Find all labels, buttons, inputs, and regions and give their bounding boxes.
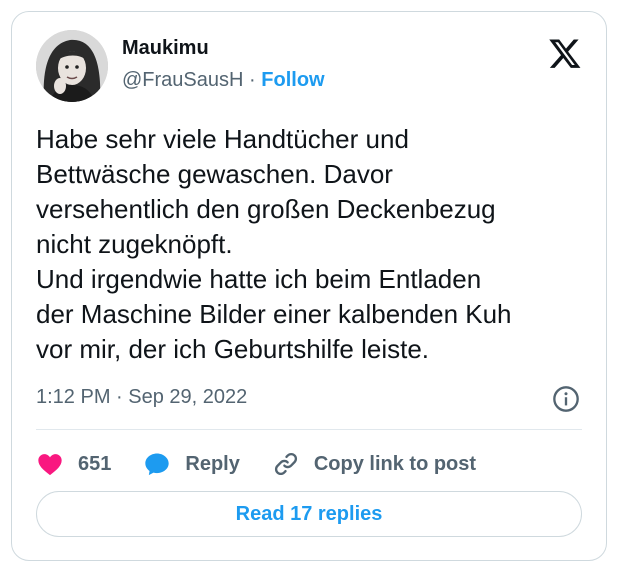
copy-link-button[interactable]: Copy link to post: [272, 450, 476, 478]
tweet-text: Habe sehr viele Handtücher und Bettwäsch…: [36, 124, 512, 364]
like-count: 651: [78, 452, 112, 475]
author-handle-row: @FrauSausH · Follow: [122, 69, 325, 92]
link-icon: [274, 452, 297, 476]
reply-label: Reply: [185, 452, 240, 475]
read-replies-button[interactable]: Read 17 replies: [36, 491, 582, 537]
tweet-date: Sep 29, 2022: [128, 386, 248, 408]
like-button[interactable]: 651: [36, 450, 111, 478]
reply-button[interactable]: Reply: [143, 450, 240, 478]
author-name[interactable]: Maukimu: [122, 37, 209, 60]
author-handle[interactable]: @FrauSausH: [122, 69, 243, 91]
tweet-card: Maukimu @FrauSausH · Follow Habe sehr vi…: [11, 11, 607, 561]
speech-bubble-icon: [145, 453, 170, 476]
avatar-image: [36, 30, 108, 102]
divider: [36, 429, 582, 430]
timestamp-separator: ·: [116, 386, 123, 408]
follow-button[interactable]: Follow: [261, 69, 324, 91]
copy-link-label: Copy link to post: [313, 452, 477, 475]
tweet-time: 1:12 PM: [36, 386, 111, 408]
heart-icon: [38, 454, 62, 476]
info-icon[interactable]: [552, 385, 580, 413]
tweet-timestamp[interactable]: 1:12 PM · Sep 29, 2022: [36, 386, 247, 409]
avatar[interactable]: [36, 30, 108, 102]
action-bar: 651 Reply Copy link to post: [36, 444, 508, 484]
x-logo-icon[interactable]: [548, 36, 582, 70]
handle-separator: ·: [249, 69, 256, 91]
